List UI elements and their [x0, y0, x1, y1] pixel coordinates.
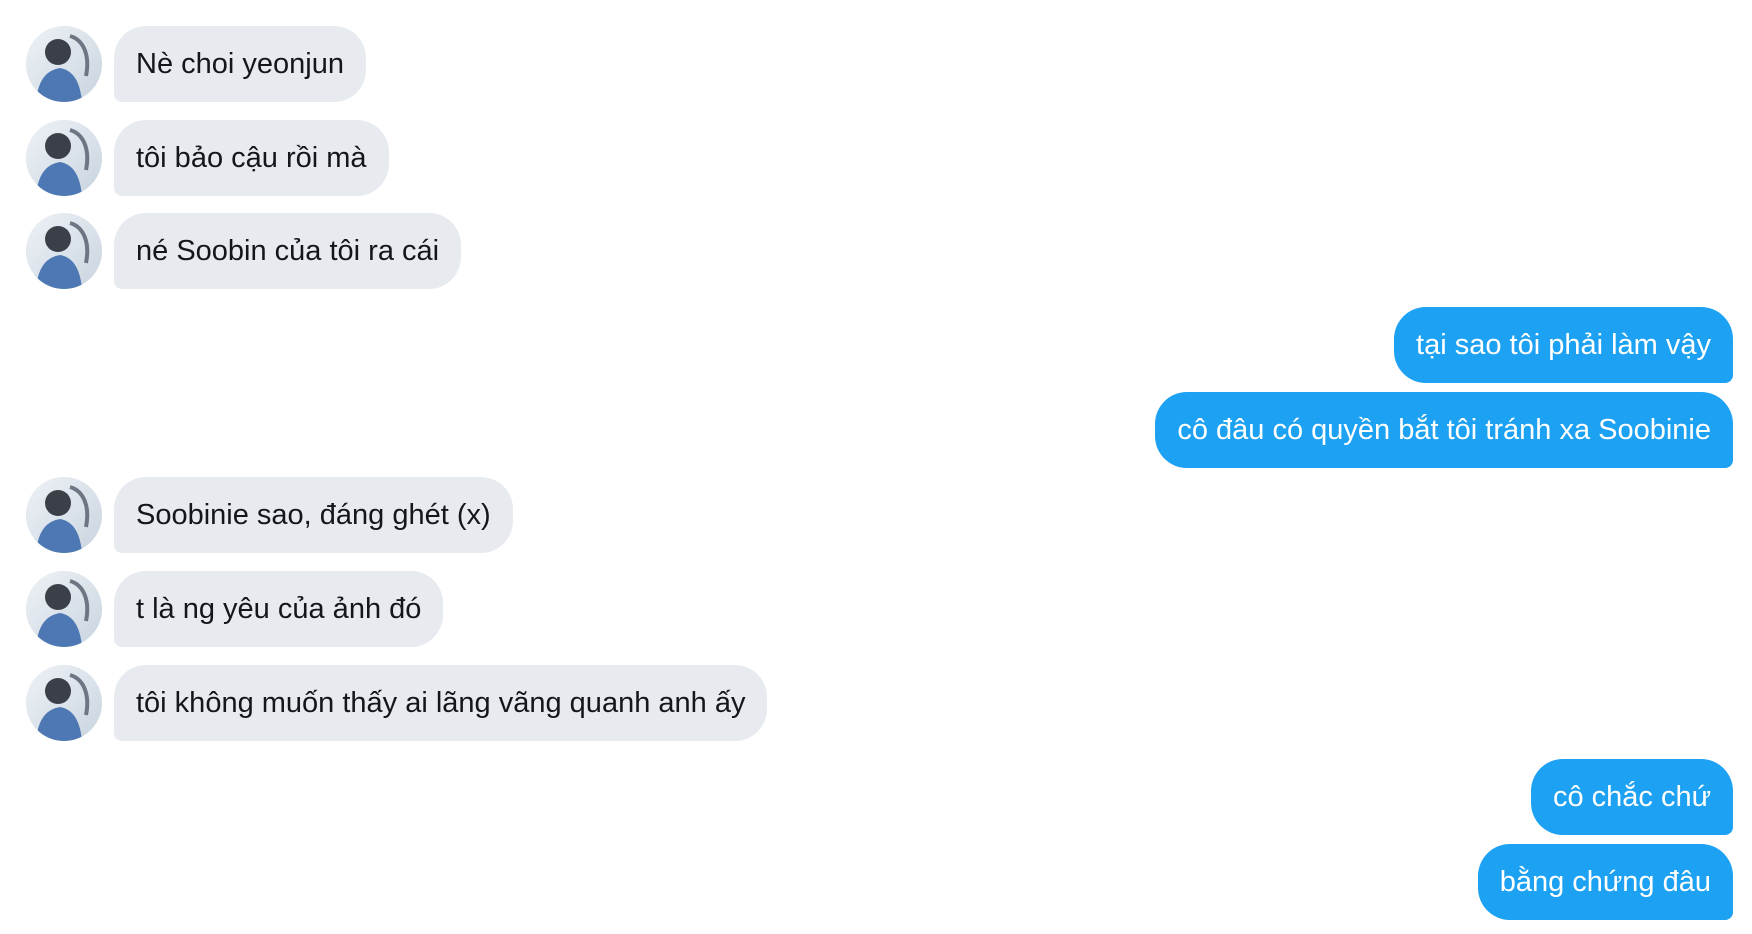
message-row: tôi bảo cậu rồi mà [26, 120, 389, 196]
outgoing-message-bubble[interactable]: cô đâu có quyền bắt tôi tránh xa Soobini… [1155, 392, 1733, 468]
message-row: cô đâu có quyền bắt tôi tránh xa Soobini… [1155, 392, 1733, 468]
incoming-message-bubble[interactable]: tôi không muốn thấy ai lãng vãng quanh a… [114, 665, 768, 741]
avatar-icon[interactable] [26, 571, 102, 647]
outgoing-message-bubble[interactable]: tại sao tôi phải làm vậy [1394, 307, 1733, 383]
message-row: bằng chứng đâu [1477, 844, 1733, 920]
message-row: cô chắc chứ [1530, 759, 1733, 835]
message-row: t là ng yêu của ảnh đó [26, 571, 444, 647]
message-row: Nè choi yeonjun [26, 26, 366, 102]
message-row: tôi không muốn thấy ai lãng vãng quanh a… [26, 665, 768, 741]
outgoing-message-bubble[interactable]: cô chắc chứ [1530, 759, 1733, 835]
avatar-icon[interactable] [26, 665, 102, 741]
incoming-message-bubble[interactable]: Nè choi yeonjun [114, 26, 366, 102]
message-row: né Soobin của tôi ra cái [26, 213, 462, 289]
incoming-message-bubble[interactable]: t là ng yêu của ảnh đó [114, 571, 444, 647]
incoming-message-bubble[interactable]: Soobinie sao, đáng ghét (x) [114, 477, 513, 553]
avatar-icon[interactable] [26, 213, 102, 289]
avatar-icon[interactable] [26, 120, 102, 196]
outgoing-message-bubble[interactable]: bằng chứng đâu [1477, 844, 1733, 920]
avatar-icon[interactable] [26, 477, 102, 553]
message-row: Soobinie sao, đáng ghét (x) [26, 477, 513, 553]
message-row: tại sao tôi phải làm vậy [1394, 307, 1733, 383]
chat-thread: Nè choi yeonjun tôi bảo cậu rồi mà né So… [0, 0, 1752, 934]
incoming-message-bubble[interactable]: tôi bảo cậu rồi mà [114, 120, 389, 196]
avatar-icon[interactable] [26, 26, 102, 102]
incoming-message-bubble[interactable]: né Soobin của tôi ra cái [114, 213, 462, 289]
